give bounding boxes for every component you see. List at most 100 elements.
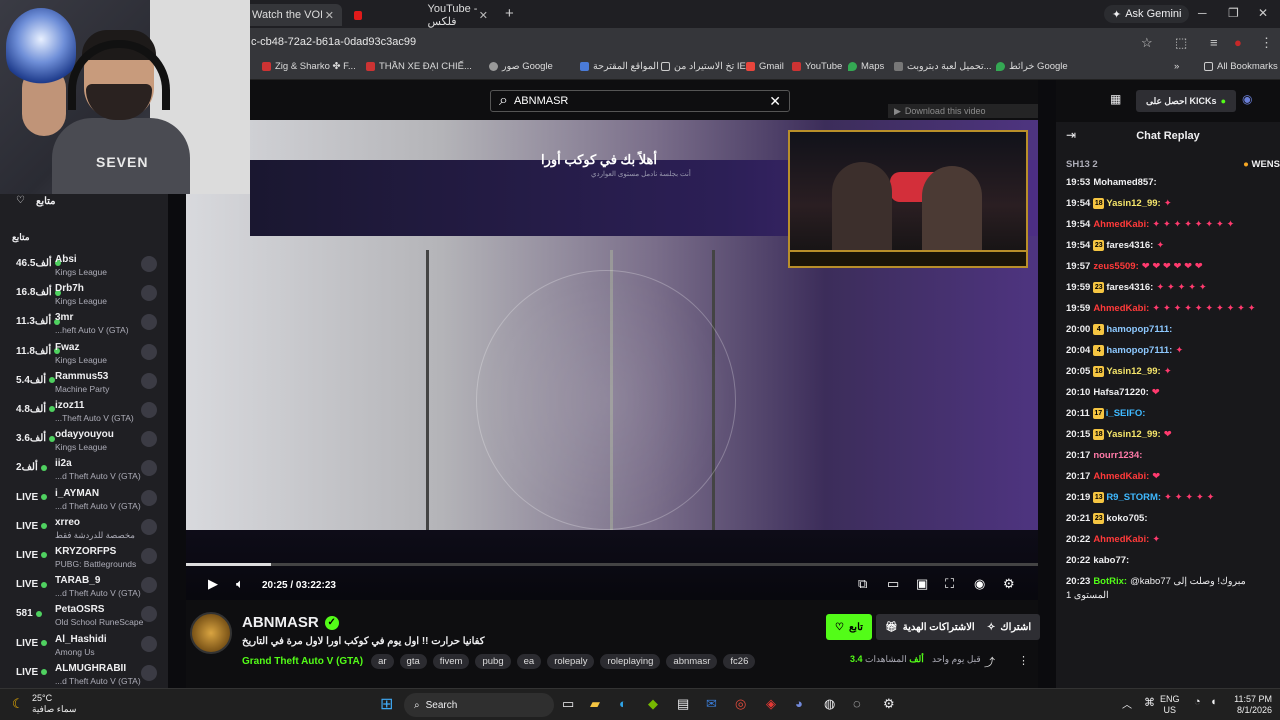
volume-icon[interactable]: 🔈︎ [236,576,244,592]
more-bookmarks-icon[interactable]: » [1174,61,1179,72]
subscribe-button[interactable]: ✧ اشتراك [978,614,1041,640]
weather-widget[interactable]: 25°C سماء صافية [32,693,76,715]
tag-chip[interactable]: ea [516,654,542,669]
sidebar-channel[interactable]: ألف11.8 Fwaz Kings League [0,340,168,369]
bookmark-item[interactable]: تحميل لعبة دبتروبت... [894,61,992,72]
network-icon[interactable]: ⌘ [1144,696,1155,709]
fullscreen-icon[interactable]: ⛶ [945,576,954,592]
sidebar-channel[interactable]: ألف16.8 Drb7h Kings League [0,281,168,310]
clock[interactable]: 11:57 PM 8/1/2026 [1226,694,1272,716]
tray-chevron-icon[interactable]: ︿ [1122,696,1132,711]
tag-chip[interactable]: pubg [475,654,511,669]
tag-chip[interactable]: ar [371,654,394,669]
message-user[interactable]: Hafsa71220: [1093,387,1148,398]
sidebar-channel[interactable]: ألف46.5 Absi Kings League [0,252,168,281]
sidebar-channel[interactable]: 581 PetaOSRS Old School RuneScape [0,602,168,631]
play-icon[interactable]: ▶ [208,576,218,592]
weather-icon[interactable]: ☾ [12,696,24,712]
wifi-icon[interactable]: ◔ [1194,696,1201,708]
settings-gear-icon[interactable]: ⚙ [1003,576,1015,592]
bookmark-item[interactable]: خرائط Google [996,61,1068,72]
sidebar-channel[interactable]: ألف5.4 Rammus53 Machine Party [0,369,168,398]
nvidia-icon[interactable]: ◆ [648,696,658,712]
tag-chip[interactable]: fivem [432,654,470,669]
bookmark-item[interactable]: YouTube [792,61,842,72]
tab-vod[interactable]: Watch the VOD on ✕ [244,4,342,26]
taskbar-search[interactable]: ⌕ Search [404,693,554,717]
game-category-link[interactable]: Grand Theft Auto V (GTA) [242,656,363,667]
layout-icon[interactable]: ▦ [1110,92,1121,106]
close-window-icon[interactable]: ✕ [1258,6,1268,20]
message-user[interactable]: R9_STORM: [1106,492,1161,503]
tab-close-icon[interactable]: ✕ [479,9,488,22]
media-icon[interactable]: ≡ [1210,35,1218,50]
bookmark-item[interactable]: THẦN XE ĐẠI CHIẾ... [366,61,472,72]
message-user[interactable]: Mohamed857: [1093,177,1156,188]
bookmark-item[interactable]: المواقع المقترحة [580,61,659,72]
streamer-avatar[interactable] [190,612,232,654]
extensions-icon[interactable]: ⬚ [1175,35,1187,51]
language-indicator[interactable]: ENG US [1160,694,1180,716]
tag-chip[interactable]: abnmasr [666,654,718,669]
message-user[interactable]: nourr1234: [1093,450,1142,461]
new-tab-button[interactable]: + [505,5,514,22]
all-bookmarks[interactable]: All Bookmarks [1204,61,1278,72]
app-icon[interactable]: ◌ [853,696,861,711]
message-user[interactable]: hamopop7111: [1106,324,1172,335]
message-user[interactable]: kabo77: [1093,555,1129,566]
follow-button[interactable]: ♡ تابع [826,614,872,640]
sidebar-channel[interactable]: LIVE Al_Hashidi Among Us [0,632,168,661]
theater-icon[interactable]: ▭ [887,576,899,592]
tag-chip[interactable]: rolepaly [547,654,595,669]
file-explorer-icon[interactable]: ▰ [590,696,600,712]
message-user[interactable]: zeus5509: [1093,261,1138,272]
search-input[interactable] [513,95,764,107]
more-options-icon[interactable]: ⋮ [1018,654,1029,667]
discord-icon[interactable]: ◕ [795,696,803,711]
ask-gemini-button[interactable]: ✦ Ask Gemini [1104,5,1190,23]
restore-icon[interactable]: ❐ [1228,6,1239,20]
url-text[interactable]: c-cb48-72a2-b61a-0dad93c3ac99 [251,36,416,48]
message-user[interactable]: hamopop7111: [1106,345,1172,356]
message-user[interactable]: Yasin12_99: [1106,198,1160,209]
task-view-icon[interactable]: ▭ [562,696,574,712]
bookmark-item[interactable]: Gmail [746,61,784,72]
app-icon[interactable]: ◈ [766,696,776,712]
chrome-icon[interactable]: ◎ [735,696,746,712]
progress-bar[interactable] [186,563,1038,566]
clip-icon[interactable]: ▣ [916,576,928,592]
bookmark-item[interactable]: صور Google [489,61,553,72]
message-user[interactable]: Yasin12_99: [1106,429,1160,440]
store-icon[interactable]: ▤ [677,696,689,712]
user-avatar-icon[interactable]: ◉ [1242,92,1252,106]
message-user[interactable]: AhmedKabi: [1093,471,1149,482]
sidebar-channel[interactable]: ألف3.6 odayyouyou Kings League [0,427,168,456]
mail-icon[interactable]: ✉ [706,696,717,712]
settings-gear-icon[interactable]: ⚙ [883,696,895,712]
message-user[interactable]: AhmedKabi: [1093,303,1149,314]
player-search[interactable]: ⌕ ✕ [490,90,790,112]
bookmark-item[interactable]: Maps [848,61,884,72]
message-user[interactable]: fares4316: [1106,282,1153,293]
sidebar-channel[interactable]: LIVE KRYZORFPS PUBG: Battlegrounds [0,544,168,573]
get-kicks-button[interactable]: احصل على KICKs ● [1136,90,1236,112]
message-user[interactable]: i_SEIFO: [1106,408,1146,419]
bookmark-folder[interactable]: تخ الاستيراد من IE [661,61,746,72]
bookmark-star-icon[interactable]: ☆ [1141,35,1153,51]
download-video-button[interactable]: ▶ Download this video [888,104,1038,118]
sidebar-channel[interactable]: ألف2 ii2a ...d Theft Auto V (GTA) [0,456,168,485]
pip-icon[interactable]: ⧉ [858,576,867,592]
tab-close-icon[interactable]: ✕ [325,9,334,22]
profile-icon[interactable]: ● [1234,35,1242,50]
message-user[interactable]: Yasin12_99: [1106,366,1160,377]
minimize-icon[interactable]: ─ [1198,6,1207,20]
sidebar-channel[interactable]: ألف11.3 3mr ...heft Auto V (GTA) [0,310,168,339]
clear-search-icon[interactable]: ✕ [769,93,781,110]
app-icon[interactable]: ◍ [824,696,835,712]
message-user[interactable]: koko705: [1106,513,1147,524]
message-user[interactable]: AhmedKabi: [1093,219,1149,230]
start-icon[interactable]: ⊞ [380,694,393,714]
speed-icon[interactable]: ◉ [974,576,985,592]
video-player[interactable]: أهلاً بك في كوكب أورا أنت بجلسة نادمل مس… [186,80,1038,610]
sidebar-channel[interactable]: LIVE i_AYMAN ...d Theft Auto V (GTA) [0,486,168,515]
